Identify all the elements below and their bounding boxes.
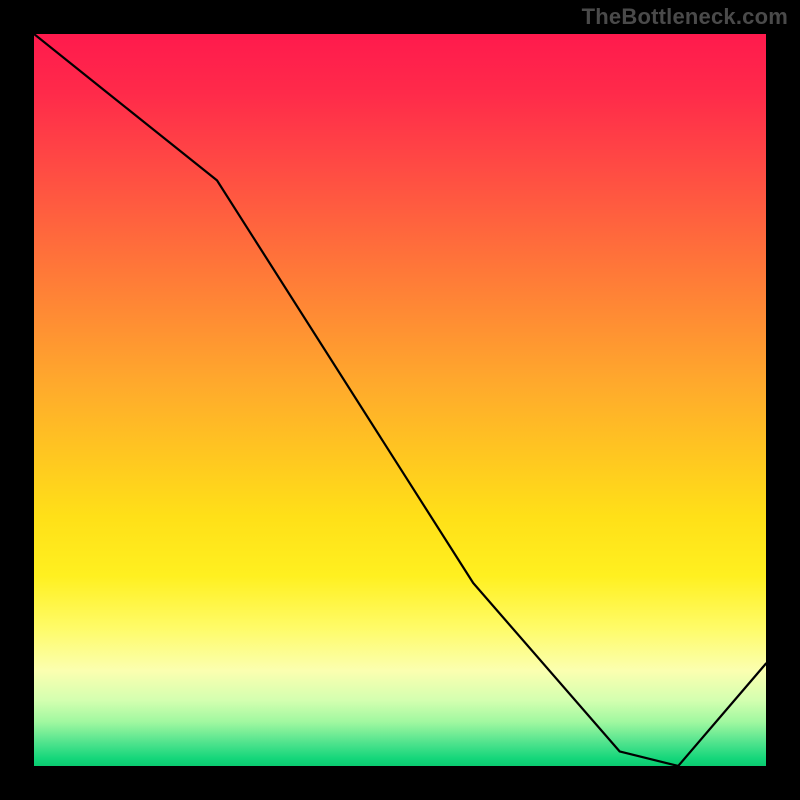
plot-frame [30,30,770,770]
chart-canvas: TheBottleneck.com [0,0,800,800]
watermark-text: TheBottleneck.com [582,4,788,30]
curve-line [34,34,766,766]
